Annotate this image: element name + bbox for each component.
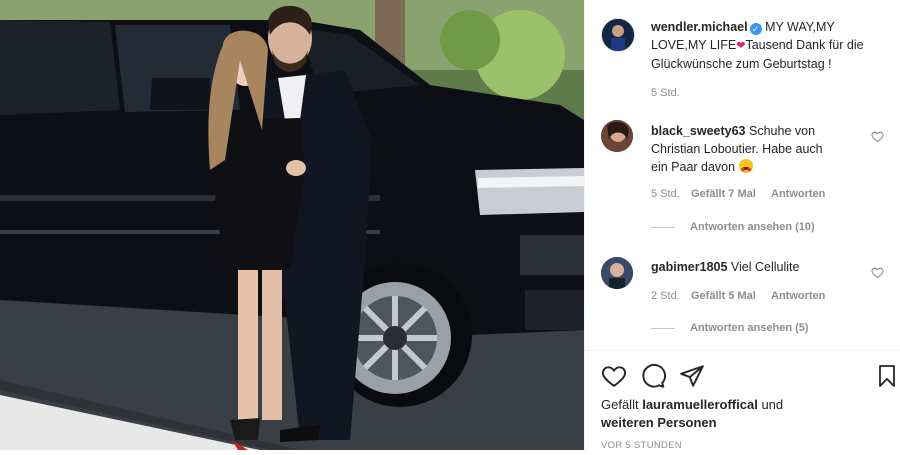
share-icon[interactable] — [679, 363, 705, 389]
comment-line3: ein Paar davon — [651, 160, 736, 174]
comment-icon[interactable] — [640, 363, 666, 389]
caption-line3: Glückwünsche zum Geburtstag ! — [651, 57, 832, 71]
comment-text: black_sweety63 Schuhe von Christian Lobo… — [651, 122, 871, 176]
view-replies-button[interactable]: Antworten ansehen (5) — [690, 319, 809, 337]
comment-reply-button[interactable]: Antworten — [771, 287, 825, 305]
likes-suffix: und — [761, 397, 784, 412]
comment-text: gabimer1805 Viel Cellulite — [651, 258, 871, 276]
heart-icon[interactable] — [601, 363, 627, 389]
comment-avatar[interactable] — [601, 120, 633, 152]
post-username[interactable]: wendler.michael — [651, 20, 748, 34]
like-comment-heart-icon[interactable] — [871, 266, 884, 279]
comment-username[interactable]: gabimer1805 — [651, 260, 727, 274]
post-time[interactable]: 5 Std. — [651, 84, 680, 102]
replies-divider — [651, 227, 675, 228]
comment-time[interactable]: 2 Std. — [651, 287, 680, 305]
comment-line1: Schuhe von — [749, 124, 816, 138]
comment-username[interactable]: black_sweety63 — [651, 124, 746, 138]
replies-divider — [651, 328, 675, 329]
post-author-avatar[interactable] — [601, 18, 635, 52]
post-photo[interactable] — [0, 0, 584, 450]
likes-summary: Gefällt lauramuelleroffical und weiteren… — [601, 396, 881, 432]
comment-likes[interactable]: Gefällt 5 Mal — [691, 287, 756, 305]
caption-line1: MY WAY,MY — [765, 20, 835, 34]
caption-line2: LOVE,MY LIFE — [651, 38, 737, 52]
view-replies-button[interactable]: Antworten ansehen (10) — [690, 218, 815, 236]
comment-reply-button[interactable]: Antworten — [771, 185, 825, 203]
post-caption: wendler.michael ✓ MY WAY,MY LOVE,MY LIFE❤… — [651, 18, 891, 73]
action-bar: Gefällt lauramuelleroffical und weiteren… — [585, 350, 900, 451]
likes-prefix: Gefällt — [601, 397, 639, 412]
verified-badge-icon: ✓ — [749, 23, 762, 35]
heart-eyes-emoji-icon: ❤ ❤ — [738, 159, 753, 174]
comment-time[interactable]: 5 Std. — [651, 185, 680, 203]
comments-panel: wendler.michael ✓ MY WAY,MY LOVE,MY LIFE ❤… — [584, 0, 900, 451]
caption-line2b: Tausend Dank für die — [745, 38, 864, 52]
likes-others[interactable]: weiteren Personen — [601, 415, 717, 430]
likes-user[interactable]: lauramuelleroffical — [642, 397, 758, 412]
comment-likes[interactable]: Gefällt 7 Mal — [691, 185, 756, 203]
post-image — [0, 0, 584, 450]
post-timestamp[interactable]: VOR 5 STUNDEN — [601, 437, 682, 455]
comment-avatar[interactable] — [601, 257, 633, 289]
like-comment-heart-icon[interactable] — [871, 130, 884, 143]
avatar-image — [601, 257, 633, 289]
comment-line1: Viel Cellulite — [730, 260, 800, 274]
avatar-image — [601, 120, 633, 152]
avatar-image — [602, 19, 634, 51]
comment-line2: Christian Loboutier. Habe auch — [651, 142, 823, 156]
bookmark-icon[interactable] — [875, 363, 899, 389]
